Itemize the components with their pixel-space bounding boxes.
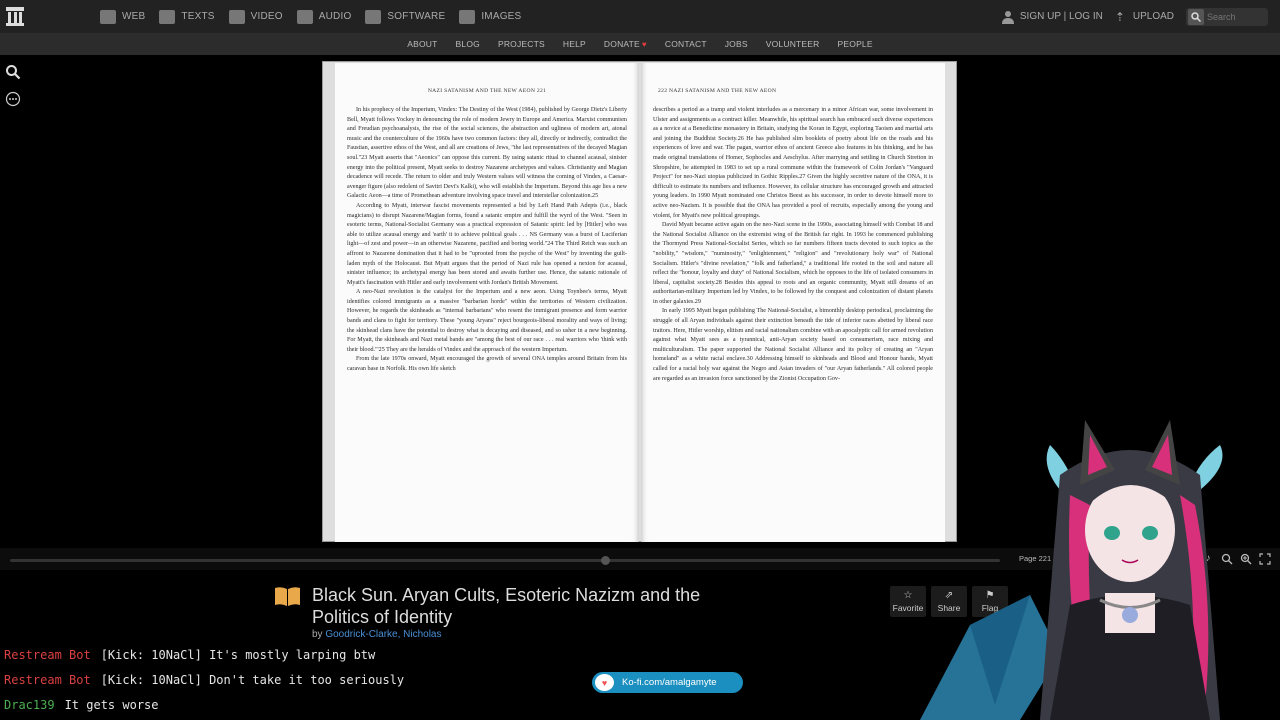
page-paragraph: From the late 1970s onward, Myatt encour… <box>347 356 627 373</box>
book-reader: NAZI SATANISM AND THE NEW AEON 221 In hi… <box>322 61 957 542</box>
top-navbar: WEB TEXTS VIDEO AUDIO SOFTWARE IMAGES SIGN UP… <box>0 0 1280 33</box>
subnav-label: PROJECTS <box>497 39 545 49</box>
subnav-label: CONTACT <box>664 39 707 49</box>
media-nav-audio[interactable]: AUDIO <box>296 9 352 24</box>
kofi-label: Ko-fi.com/amalgamyte <box>622 677 717 688</box>
chat-username: Restream Bot <box>4 673 91 687</box>
media-nav-software[interactable]: SOFTWARE <box>365 9 446 24</box>
page-paragraph: A neo-Nazi revolution is the catalyst fo… <box>347 289 627 353</box>
subnav-label: ABOUT <box>407 39 438 49</box>
subnav-label: HELP <box>562 39 586 49</box>
chat-text: It gets worse <box>64 698 159 712</box>
internet-archive-logo[interactable] <box>6 7 24 26</box>
chat-message: Restream Bot [Kick: 10NaCl] Don't take it… <box>4 672 404 697</box>
heart-icon: ♥ <box>641 40 647 49</box>
page-paragraph: In early 1995 Myatt began publishing The… <box>653 308 933 382</box>
upload-link[interactable]: ⇡ UPLOAD <box>1115 10 1174 24</box>
video-icon <box>228 9 245 24</box>
chat-text: [Kick: 10NaCl] It's mostly larping btw <box>100 648 376 662</box>
subnav-help[interactable]: HELP <box>563 39 586 49</box>
images-icon <box>459 9 476 24</box>
media-nav-label: VIDEO <box>250 11 283 22</box>
subnav-label: VOLUNTEER <box>765 39 820 49</box>
subnav-label: BLOG <box>455 39 480 49</box>
subnav-volunteer[interactable]: VOLUNTEER <box>766 39 820 49</box>
item-byline: by Goodrick-Clarke, Nicholas <box>312 629 442 640</box>
vtuber-avatar <box>920 420 1223 720</box>
chat-message: Restream Bot [Kick: 10NaCl] It's mostly l… <box>4 647 404 672</box>
audio-icon <box>296 9 313 24</box>
texts-icon <box>159 9 176 24</box>
more-options-icon[interactable] <box>5 91 21 107</box>
page-scrubber-track[interactable] <box>10 559 1000 562</box>
chat-message: Drac139 It gets worse <box>4 697 404 720</box>
upload-icon: ⇡ <box>1114 9 1125 24</box>
chat-text: [Kick: 10NaCl] Don't take it too serious… <box>100 673 405 687</box>
page-paragraph: In his prophecy of the Imperium, Vindex:… <box>347 107 627 200</box>
media-nav-texts[interactable]: TEXTS <box>159 9 215 24</box>
subnav-jobs[interactable]: JOBS <box>725 39 748 49</box>
search-icon[interactable] <box>1188 8 1204 25</box>
page-paragraph: David Myatt became active again on the n… <box>653 222 933 305</box>
software-icon <box>365 9 382 24</box>
subnav-label: DONATE <box>603 39 640 49</box>
page-running-head: 222 NAZI SATANISM AND THE NEW AEON <box>658 88 777 94</box>
chat-username: Restream Bot <box>4 648 91 662</box>
web-icon <box>100 9 116 24</box>
media-nav-label: IMAGES <box>481 11 522 22</box>
kofi-cup-icon: ♥ <box>595 674 614 691</box>
page-body: In his prophecy of the Imperium, Vindex:… <box>347 106 627 375</box>
subnav-contact[interactable]: CONTACT <box>665 39 707 49</box>
media-type-nav: WEB TEXTS VIDEO AUDIO SOFTWARE IMAGES <box>100 0 535 33</box>
media-nav-label: TEXTS <box>181 11 215 22</box>
subnav-about[interactable]: ABOUT <box>407 39 437 49</box>
secondary-nav: ABOUT BLOG PROJECTS HELP DONATE ♥ CONTACT JOBS V… <box>0 33 1280 55</box>
book-page-left[interactable]: NAZI SATANISM AND THE NEW AEON 221 In hi… <box>335 63 639 542</box>
search-inside-icon[interactable] <box>5 64 21 80</box>
upload-label: UPLOAD <box>1132 11 1174 22</box>
stream-chat: Restream Bot [Kick: 10NaCl] It's mostly l… <box>4 647 404 720</box>
chat-username: Drac139 <box>4 698 55 712</box>
site-search <box>1186 7 1268 26</box>
user-icon <box>1001 10 1014 24</box>
media-nav-label: AUDIO <box>318 11 352 22</box>
kofi-banner[interactable]: ♥ Ko-fi.com/amalgamyte <box>592 672 743 693</box>
subnav-people[interactable]: PEOPLE <box>838 39 873 49</box>
page-paragraph: According to Myatt, interwar fascist mov… <box>347 202 627 286</box>
author-link[interactable]: Goodrick-Clarke, Nicholas <box>325 629 441 640</box>
page-running-head: NAZI SATANISM AND THE NEW AEON 221 <box>427 88 547 94</box>
signup-login-label: SIGN UP | LOG IN <box>1019 11 1103 22</box>
page-paragraph: describes a period as a tramp and violen… <box>653 107 933 219</box>
media-nav-label: WEB <box>122 11 146 22</box>
subnav-blog[interactable]: BLOG <box>456 39 480 49</box>
page-scrubber-handle[interactable] <box>601 556 610 565</box>
media-nav-label: SOFTWARE <box>387 11 446 22</box>
media-nav-images[interactable]: IMAGES <box>459 9 522 24</box>
byline-prefix: by <box>312 629 323 640</box>
signup-login-link[interactable]: SIGN UP | LOG IN <box>1001 10 1103 24</box>
account-nav: SIGN UP | LOG IN ⇡ UPLOAD <box>1001 0 1268 33</box>
subnav-label: JOBS <box>724 39 748 49</box>
site-search-input[interactable] <box>1204 8 1264 25</box>
page-body: describes a period as a tramp and violen… <box>653 106 933 384</box>
item-title: Black Sun. Aryan Cults, Esoteric Nazizm … <box>312 585 701 627</box>
subnav-projects[interactable]: PROJECTS <box>498 39 545 49</box>
subnav-donate[interactable]: DONATE ♥ <box>604 39 647 49</box>
texts-book-icon <box>275 587 300 606</box>
media-nav-web[interactable]: WEB <box>100 9 146 24</box>
subnav-label: PEOPLE <box>837 39 873 49</box>
media-nav-video[interactable]: VIDEO <box>228 9 283 24</box>
